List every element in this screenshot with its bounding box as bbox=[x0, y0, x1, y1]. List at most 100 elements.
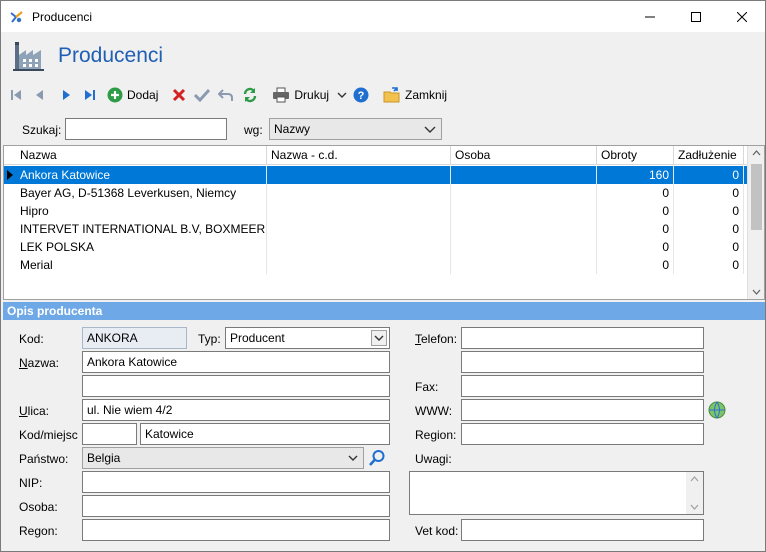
kod-miejsc-label: Kod/miejsc bbox=[19, 428, 78, 442]
title-bar: Producenci bbox=[1, 1, 765, 32]
close-button[interactable]: Zamknij bbox=[383, 84, 447, 106]
www-label: WWW: bbox=[415, 404, 453, 418]
delete-icon bbox=[173, 88, 186, 102]
vet-kod-field[interactable] bbox=[461, 519, 704, 541]
undo-icon bbox=[218, 89, 234, 101]
table-cell-name2[interactable] bbox=[267, 184, 451, 202]
print-button[interactable]: Drukuj bbox=[272, 84, 329, 106]
toolbar: Dodaj Drukuj ? Zamknij bbox=[1, 79, 765, 111]
table-cell-debt[interactable]: 0 bbox=[674, 184, 744, 202]
search-input[interactable] bbox=[65, 118, 227, 140]
nazwa2-field[interactable] bbox=[82, 375, 390, 397]
table-cell-turnover[interactable]: 0 bbox=[597, 202, 674, 220]
last-record-button[interactable] bbox=[83, 84, 97, 106]
kod-field[interactable]: ANKORA bbox=[82, 327, 187, 349]
table-cell-name[interactable]: Merial bbox=[16, 256, 267, 274]
table-cell-person[interactable] bbox=[451, 184, 597, 202]
scrollbar-thumb[interactable] bbox=[751, 164, 762, 230]
column-header-name2[interactable]: Nazwa - c.d. bbox=[267, 146, 451, 165]
table-cell-turnover[interactable]: 0 bbox=[597, 220, 674, 238]
maximize-button[interactable] bbox=[673, 1, 719, 32]
print-options-dropdown[interactable] bbox=[337, 84, 347, 106]
table-cell-debt[interactable]: 0 bbox=[674, 238, 744, 256]
add-button-label: Dodaj bbox=[127, 88, 159, 102]
table-cell-person[interactable] bbox=[451, 220, 597, 238]
column-header-turnover[interactable]: Obroty bbox=[597, 146, 674, 165]
minimize-button[interactable] bbox=[627, 1, 673, 32]
table-row[interactable]: INTERVET INTERNATIONAL B.V, BOXMEER 0 0 bbox=[4, 220, 748, 238]
ulica-field[interactable]: ul. Nie wiem 4/2 bbox=[82, 399, 390, 421]
table-row[interactable]: Bayer AG, D-51368 Leverkusen, Niemcy 0 0 bbox=[4, 184, 748, 202]
scroll-up-icon bbox=[690, 476, 699, 482]
country-select[interactable]: Belgia bbox=[82, 447, 364, 469]
table-cell-person[interactable] bbox=[451, 202, 597, 220]
column-header-person[interactable]: Osoba bbox=[451, 146, 597, 165]
column-header-name[interactable]: Nazwa bbox=[16, 146, 267, 165]
chevron-down-icon bbox=[371, 330, 387, 346]
table-cell-name2[interactable] bbox=[267, 256, 451, 274]
table-cell-name[interactable]: INTERVET INTERNATIONAL B.V, BOXMEER bbox=[16, 220, 267, 238]
producer-details-form: Kod: ANKORA Typ: Producent Nazwa: Ankora… bbox=[1, 321, 765, 551]
table-scrollbar[interactable] bbox=[747, 146, 764, 299]
city-field[interactable]: Katowice bbox=[140, 423, 390, 445]
fax-field[interactable] bbox=[461, 375, 704, 397]
search-by-select[interactable]: Nazwy bbox=[269, 118, 442, 140]
table-cell-name[interactable]: Hipro bbox=[16, 202, 267, 220]
uwagi-textarea[interactable] bbox=[409, 471, 704, 515]
svg-text:?: ? bbox=[358, 90, 365, 102]
table-cell-name2[interactable] bbox=[267, 166, 451, 184]
previous-record-button[interactable] bbox=[33, 84, 47, 106]
telefon2-field[interactable] bbox=[461, 351, 704, 373]
open-website-button[interactable] bbox=[706, 400, 728, 420]
region-field[interactable] bbox=[461, 423, 704, 445]
table-cell-person[interactable] bbox=[451, 256, 597, 274]
nazwa-field[interactable]: Ankora Katowice bbox=[82, 351, 390, 373]
table-cell-turnover[interactable]: 0 bbox=[597, 238, 674, 256]
osoba-field[interactable] bbox=[82, 495, 390, 517]
table-cell-turnover[interactable]: 0 bbox=[597, 256, 674, 274]
nip-field[interactable] bbox=[82, 471, 390, 493]
help-button[interactable]: ? bbox=[353, 84, 369, 106]
last-record-icon bbox=[85, 90, 95, 100]
table-row[interactable]: Hipro 0 0 bbox=[4, 202, 748, 220]
table-cell-name[interactable]: Ankora Katowice bbox=[16, 166, 267, 184]
table-row[interactable]: LEK POLSKA 0 0 bbox=[4, 238, 748, 256]
table-cell-debt[interactable]: 0 bbox=[674, 256, 744, 274]
chevron-down-icon bbox=[424, 126, 436, 133]
country-search-button[interactable] bbox=[366, 447, 388, 469]
osoba-label: Osoba: bbox=[19, 500, 58, 514]
uwagi-scrollbar[interactable] bbox=[686, 472, 703, 514]
table-cell-person[interactable] bbox=[451, 238, 597, 256]
next-record-button[interactable] bbox=[59, 84, 73, 106]
table-cell-name[interactable]: LEK POLSKA bbox=[16, 238, 267, 256]
print-button-label: Drukuj bbox=[294, 88, 330, 102]
close-icon bbox=[737, 11, 747, 22]
table-cell-name[interactable]: Bayer AG, D-51368 Leverkusen, Niemcy bbox=[16, 184, 267, 202]
table-cell-turnover[interactable]: 0 bbox=[597, 184, 674, 202]
add-button[interactable]: Dodaj bbox=[107, 84, 158, 106]
confirm-button[interactable] bbox=[194, 84, 211, 106]
typ-select[interactable]: Producent bbox=[225, 327, 390, 349]
table-cell-debt[interactable]: 0 bbox=[674, 202, 744, 220]
table-row[interactable]: Merial 0 0 bbox=[4, 256, 748, 274]
table-cell-name2[interactable] bbox=[267, 238, 451, 256]
refresh-button[interactable] bbox=[242, 84, 258, 106]
close-window-button[interactable] bbox=[719, 1, 765, 32]
table-cell-person[interactable] bbox=[451, 166, 597, 184]
table-cell-turnover[interactable]: 160 bbox=[597, 166, 674, 184]
table-cell-name2[interactable] bbox=[267, 202, 451, 220]
postal-code-field[interactable] bbox=[82, 423, 137, 445]
telefon-field[interactable] bbox=[461, 327, 704, 349]
undo-button[interactable] bbox=[218, 84, 234, 106]
table-cell-debt[interactable]: 0 bbox=[674, 166, 744, 184]
table-row[interactable]: Ankora Katowice 160 0 bbox=[4, 166, 748, 184]
www-field[interactable] bbox=[461, 399, 704, 421]
maximize-icon bbox=[691, 11, 701, 22]
first-record-button[interactable] bbox=[9, 84, 23, 106]
table-cell-name2[interactable] bbox=[267, 220, 451, 238]
search-label: Szukaj: bbox=[22, 123, 62, 137]
regon-field[interactable] bbox=[82, 519, 390, 541]
column-header-debt[interactable]: Zadłużenie bbox=[674, 146, 744, 165]
delete-button[interactable] bbox=[172, 84, 186, 106]
table-cell-debt[interactable]: 0 bbox=[674, 220, 744, 238]
